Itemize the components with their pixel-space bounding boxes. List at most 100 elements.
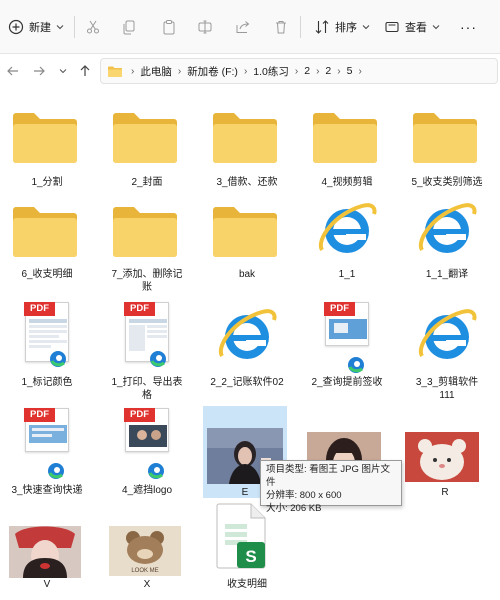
- folder-icon: [13, 207, 77, 257]
- edge-icon: [148, 463, 164, 479]
- tooltip-size: 大小: 206 KB: [266, 503, 322, 514]
- chevron-down-icon: [56, 25, 64, 30]
- chevron-down-icon: [432, 25, 440, 30]
- new-button[interactable]: 新建: [8, 14, 65, 40]
- pdf-badge: PDF: [24, 408, 55, 422]
- pdf-item[interactable]: PDF 2_查询提前签收: [297, 298, 397, 398]
- chevron-right-icon: ›: [337, 65, 341, 77]
- svg-text:S: S: [245, 547, 256, 566]
- breadcrumb-item[interactable]: 新加卷 (F:): [187, 64, 238, 79]
- pdf-item[interactable]: PDF 4_遮挡logo: [97, 404, 197, 504]
- rename-icon[interactable]: [194, 16, 216, 38]
- folder-icon: [113, 113, 177, 163]
- new-button-label: 新建: [29, 22, 51, 34]
- cut-icon[interactable]: [82, 16, 104, 38]
- item-label: 1_打印、导出表格: [111, 377, 183, 401]
- folder-item[interactable]: 1_分割: [0, 100, 97, 200]
- breadcrumb-item[interactable]: 此电脑: [140, 64, 172, 79]
- folder-item[interactable]: 6_收支明细: [0, 196, 97, 296]
- pdf-item[interactable]: PDF 3_快速查询快递: [0, 404, 97, 504]
- item-label: 2_查询提前签收: [311, 377, 383, 388]
- command-bar: 新建 排序 查看 ···: [0, 0, 500, 54]
- plus-circle-icon: [8, 19, 24, 35]
- share-icon[interactable]: [232, 16, 254, 38]
- spreadsheet-item[interactable]: S 收支明细: [197, 500, 297, 600]
- folder-item[interactable]: 5_收支类别筛选: [397, 100, 497, 200]
- pdf-icon: PDF: [324, 302, 369, 346]
- internet-explorer-icon: [218, 309, 277, 359]
- folder-item[interactable]: 3_借款、还款: [197, 100, 297, 200]
- ie-shortcut-item[interactable]: 3_3_剪辑软件111: [397, 298, 497, 401]
- edge-icon: [150, 351, 166, 367]
- item-label: 1_标记颜色: [21, 377, 73, 388]
- delete-icon[interactable]: [270, 16, 292, 38]
- ie-shortcut-item[interactable]: 2_2_记账软件02: [197, 298, 297, 398]
- item-label: 5_收支类别筛选: [411, 177, 483, 188]
- paste-icon[interactable]: [158, 16, 180, 38]
- view-button[interactable]: 查看: [384, 14, 441, 40]
- item-label: 1_1: [338, 269, 356, 280]
- image-item[interactable]: V: [0, 510, 97, 600]
- toolbar-divider: [300, 16, 301, 38]
- item-label: R: [441, 487, 449, 498]
- pdf-badge: PDF: [24, 302, 55, 316]
- pdf-icon: PDF: [24, 408, 69, 452]
- toolbar-divider: [74, 16, 75, 38]
- breadcrumb-item[interactable]: 2: [325, 65, 331, 77]
- chevron-right-icon: ›: [316, 65, 320, 77]
- pdf-item[interactable]: PDF 1_打印、导出表格: [97, 298, 197, 401]
- view-icon: [385, 21, 399, 33]
- item-label: bak: [238, 269, 256, 280]
- breadcrumb-item[interactable]: 5: [347, 65, 353, 77]
- edge-icon: [48, 463, 64, 479]
- chevron-down-icon: [362, 25, 370, 30]
- item-label: X: [143, 579, 151, 590]
- pdf-icon: PDF: [124, 408, 169, 452]
- breadcrumb-item[interactable]: 1.0练习: [253, 64, 289, 79]
- tooltip-resolution: 分辨率: 800 x 600: [266, 490, 342, 501]
- internet-explorer-icon: [418, 309, 477, 359]
- recent-locations-icon[interactable]: [54, 62, 72, 80]
- folder-item[interactable]: bak: [197, 196, 297, 296]
- image-thumbnail: [405, 432, 479, 482]
- spreadsheet-icon: S: [216, 503, 266, 569]
- chevron-right-icon: ›: [177, 65, 182, 77]
- ie-shortcut-item[interactable]: 1_1: [297, 196, 397, 296]
- folder-item[interactable]: 7_添加、删除记账: [97, 196, 197, 296]
- copy-icon[interactable]: [118, 16, 140, 38]
- more-options-button[interactable]: ···: [460, 14, 477, 40]
- folder-icon: [213, 113, 277, 163]
- forward-arrow-icon[interactable]: [30, 62, 48, 80]
- item-label: 3_3_剪辑软件111: [415, 377, 479, 401]
- address-bar[interactable]: › 此电脑 › 新加卷 (F:) › 1.0练习 › 2 › 2 › 5 ›: [100, 58, 498, 84]
- item-label: 2_2_记账软件02: [210, 377, 284, 388]
- item-label: 3_快速查询快递: [11, 485, 83, 496]
- chevron-right-icon: ›: [131, 65, 135, 77]
- chevron-right-icon: ›: [294, 65, 299, 77]
- internet-explorer-icon: [418, 203, 477, 253]
- pdf-item[interactable]: PDF 1_标记颜色: [0, 298, 97, 398]
- item-label: 6_收支明细: [21, 269, 73, 280]
- ie-shortcut-item[interactable]: 1_1_翻译: [397, 196, 497, 296]
- view-button-label: 查看: [405, 22, 427, 34]
- tooltip-type: 项目类型: 看图王 JPG 图片文件: [266, 464, 391, 488]
- folder-item[interactable]: 2_封面: [97, 100, 197, 200]
- image-item[interactable]: R: [395, 404, 495, 504]
- chevron-right-icon: ›: [358, 65, 362, 77]
- item-label: 2_封面: [131, 177, 163, 188]
- sort-button[interactable]: 排序: [314, 14, 371, 40]
- item-label: 4_遮挡logo: [121, 485, 173, 496]
- sort-button-label: 排序: [335, 22, 357, 34]
- navigation-bar: › 此电脑 › 新加卷 (F:) › 1.0练习 › 2 › 2 › 5 ›: [0, 54, 500, 88]
- item-label: V: [43, 579, 51, 590]
- up-arrow-icon[interactable]: [76, 62, 94, 80]
- edge-icon: [348, 357, 364, 373]
- sort-icon: [315, 20, 329, 34]
- folder-item[interactable]: 4_视频剪辑: [297, 100, 397, 200]
- folder-icon: [413, 113, 477, 163]
- image-item[interactable]: LOOK ME X: [97, 510, 197, 600]
- chevron-right-icon: ›: [243, 65, 248, 77]
- breadcrumb-item[interactable]: 2: [304, 65, 310, 77]
- folder-icon: [313, 113, 377, 163]
- back-arrow-icon[interactable]: [4, 62, 22, 80]
